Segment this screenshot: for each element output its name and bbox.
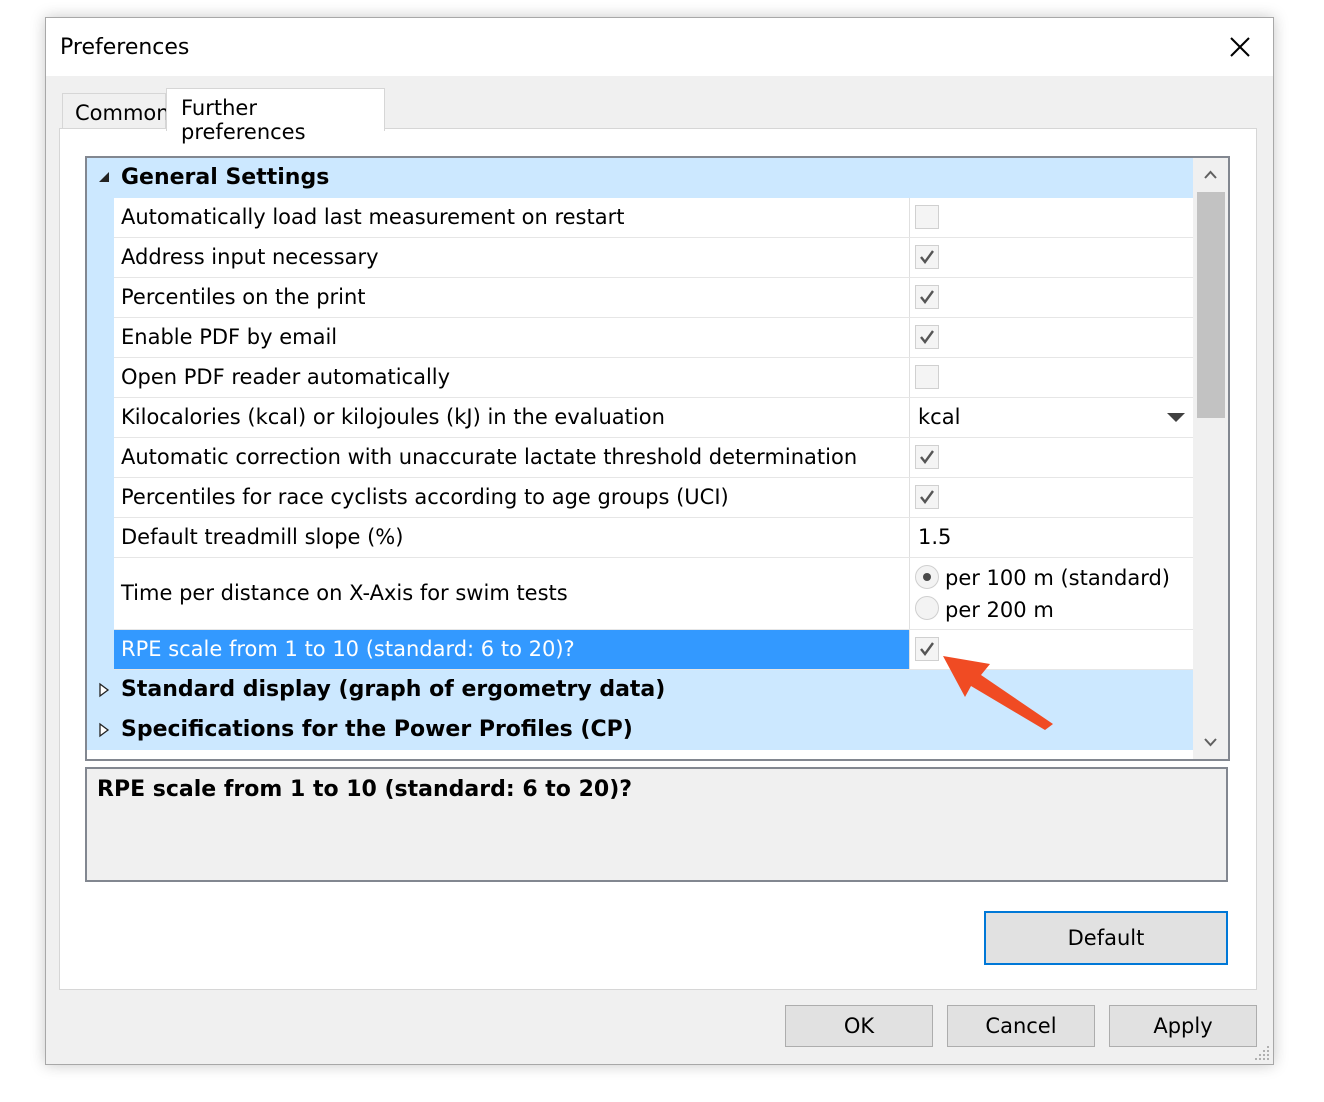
checkmark-icon — [920, 250, 934, 264]
category-label: Specifications for the Power Profiles (C… — [121, 717, 633, 742]
property-row[interactable]: Address input necessary — [114, 238, 1193, 278]
checkmark-icon — [920, 642, 934, 656]
field-value: 1.5 — [918, 525, 952, 549]
percentiles-print-checkbox[interactable] — [915, 285, 939, 309]
tab-further-preferences-label: Further preferences — [181, 96, 306, 144]
property-row-selected[interactable]: RPE scale from 1 to 10 (standard: 6 to 2… — [114, 630, 1193, 670]
treadmill-slope-field[interactable]: 1.5 — [910, 518, 1193, 557]
property-name: Enable PDF by email — [121, 325, 338, 349]
tab-common[interactable]: Common — [62, 93, 170, 130]
tab-further-preferences[interactable]: Further preferences — [166, 88, 385, 144]
radio-per-100m[interactable] — [915, 565, 939, 589]
chevron-down-icon — [1204, 738, 1217, 747]
pdf-reader-checkbox[interactable] — [915, 365, 939, 389]
property-row[interactable]: Time per distance on X-Axis for swim tes… — [114, 558, 1193, 630]
property-grid: General Settings Automatically load last… — [85, 156, 1230, 761]
apply-button[interactable]: Apply — [1109, 1005, 1257, 1047]
lactate-correction-checkbox[interactable] — [915, 445, 939, 469]
category-label: General Settings — [121, 165, 330, 190]
radio-label[interactable]: per 100 m (standard) — [945, 566, 1170, 590]
radio-per-200m[interactable] — [915, 596, 939, 620]
window-title: Preferences — [60, 35, 190, 60]
category-power-profiles[interactable]: Specifications for the Power Profiles (C… — [87, 710, 1193, 750]
close-button[interactable] — [1225, 32, 1255, 62]
checkmark-icon — [920, 330, 934, 344]
property-row[interactable]: Automatically load last measurement on r… — [114, 198, 1193, 238]
dropdown-value: kcal — [918, 405, 961, 429]
row-gutter — [87, 198, 114, 670]
property-name: Automatically load last measurement on r… — [121, 205, 625, 229]
auto-load-checkbox[interactable] — [915, 205, 939, 229]
property-name: Automatic correction with unaccurate lac… — [121, 445, 858, 469]
property-name: Percentiles on the print — [121, 285, 366, 309]
rpe-scale-checkbox[interactable] — [915, 637, 939, 661]
tab-common-label: Common — [75, 101, 170, 125]
collapse-triangle-icon[interactable] — [97, 170, 111, 186]
chevron-up-icon — [1204, 170, 1217, 179]
property-row[interactable]: Open PDF reader automatically — [114, 358, 1193, 398]
checkmark-icon — [920, 290, 934, 304]
vertical-scrollbar[interactable] — [1193, 158, 1228, 759]
property-description-panel: RPE scale from 1 to 10 (standard: 6 to 2… — [85, 767, 1228, 882]
preferences-dialog: Preferences Common Further preferences G… — [45, 17, 1274, 1065]
checkmark-icon — [920, 450, 934, 464]
property-name: Percentiles for race cyclists according … — [121, 485, 729, 509]
energy-unit-dropdown[interactable]: kcal — [910, 398, 1193, 437]
property-row[interactable]: Default treadmill slope (%) 1.5 — [114, 518, 1193, 558]
property-row[interactable]: Kilocalories (kcal) or kilojoules (kJ) i… — [114, 398, 1193, 438]
swim-distance-radio-group: per 100 m (standard) per 200 m — [910, 558, 1193, 629]
cancel-button[interactable]: Cancel — [947, 1005, 1095, 1047]
property-row[interactable]: Percentiles for race cyclists according … — [114, 478, 1193, 518]
scroll-down-button[interactable] — [1193, 725, 1228, 759]
scroll-up-button[interactable] — [1193, 158, 1228, 192]
radio-label[interactable]: per 200 m — [945, 598, 1054, 622]
description-text: RPE scale from 1 to 10 (standard: 6 to 2… — [97, 777, 633, 802]
expand-triangle-icon[interactable] — [97, 722, 111, 738]
title-bar: Preferences — [46, 18, 1273, 76]
default-button[interactable]: Default — [984, 911, 1228, 965]
scroll-thumb[interactable] — [1197, 192, 1225, 418]
pdf-email-checkbox[interactable] — [915, 325, 939, 349]
property-name: Time per distance on X-Axis for swim tes… — [121, 581, 568, 605]
property-name: Kilocalories (kcal) or kilojoules (kJ) i… — [121, 405, 665, 429]
dropdown-arrow-icon[interactable] — [1167, 413, 1185, 422]
resize-grip-icon[interactable] — [1253, 1044, 1271, 1062]
property-name: Default treadmill slope (%) — [121, 525, 404, 549]
property-name: Open PDF reader automatically — [121, 365, 451, 389]
property-row[interactable]: Percentiles on the print — [114, 278, 1193, 318]
further-preferences-panel: General Settings Automatically load last… — [59, 128, 1257, 990]
category-standard-display[interactable]: Standard display (graph of ergometry dat… — [87, 670, 1193, 710]
close-icon — [1230, 37, 1250, 57]
category-general-settings[interactable]: General Settings — [87, 158, 1193, 198]
category-label: Standard display (graph of ergometry dat… — [121, 677, 666, 702]
checkmark-icon — [920, 490, 934, 504]
uci-percentiles-checkbox[interactable] — [915, 485, 939, 509]
property-name: RPE scale from 1 to 10 (standard: 6 to 2… — [121, 637, 575, 661]
property-row[interactable]: Automatic correction with unaccurate lac… — [114, 438, 1193, 478]
property-row[interactable]: Enable PDF by email — [114, 318, 1193, 358]
ok-button[interactable]: OK — [785, 1005, 933, 1047]
property-name: Address input necessary — [121, 245, 379, 269]
address-input-checkbox[interactable] — [915, 245, 939, 269]
expand-triangle-icon[interactable] — [97, 682, 111, 698]
